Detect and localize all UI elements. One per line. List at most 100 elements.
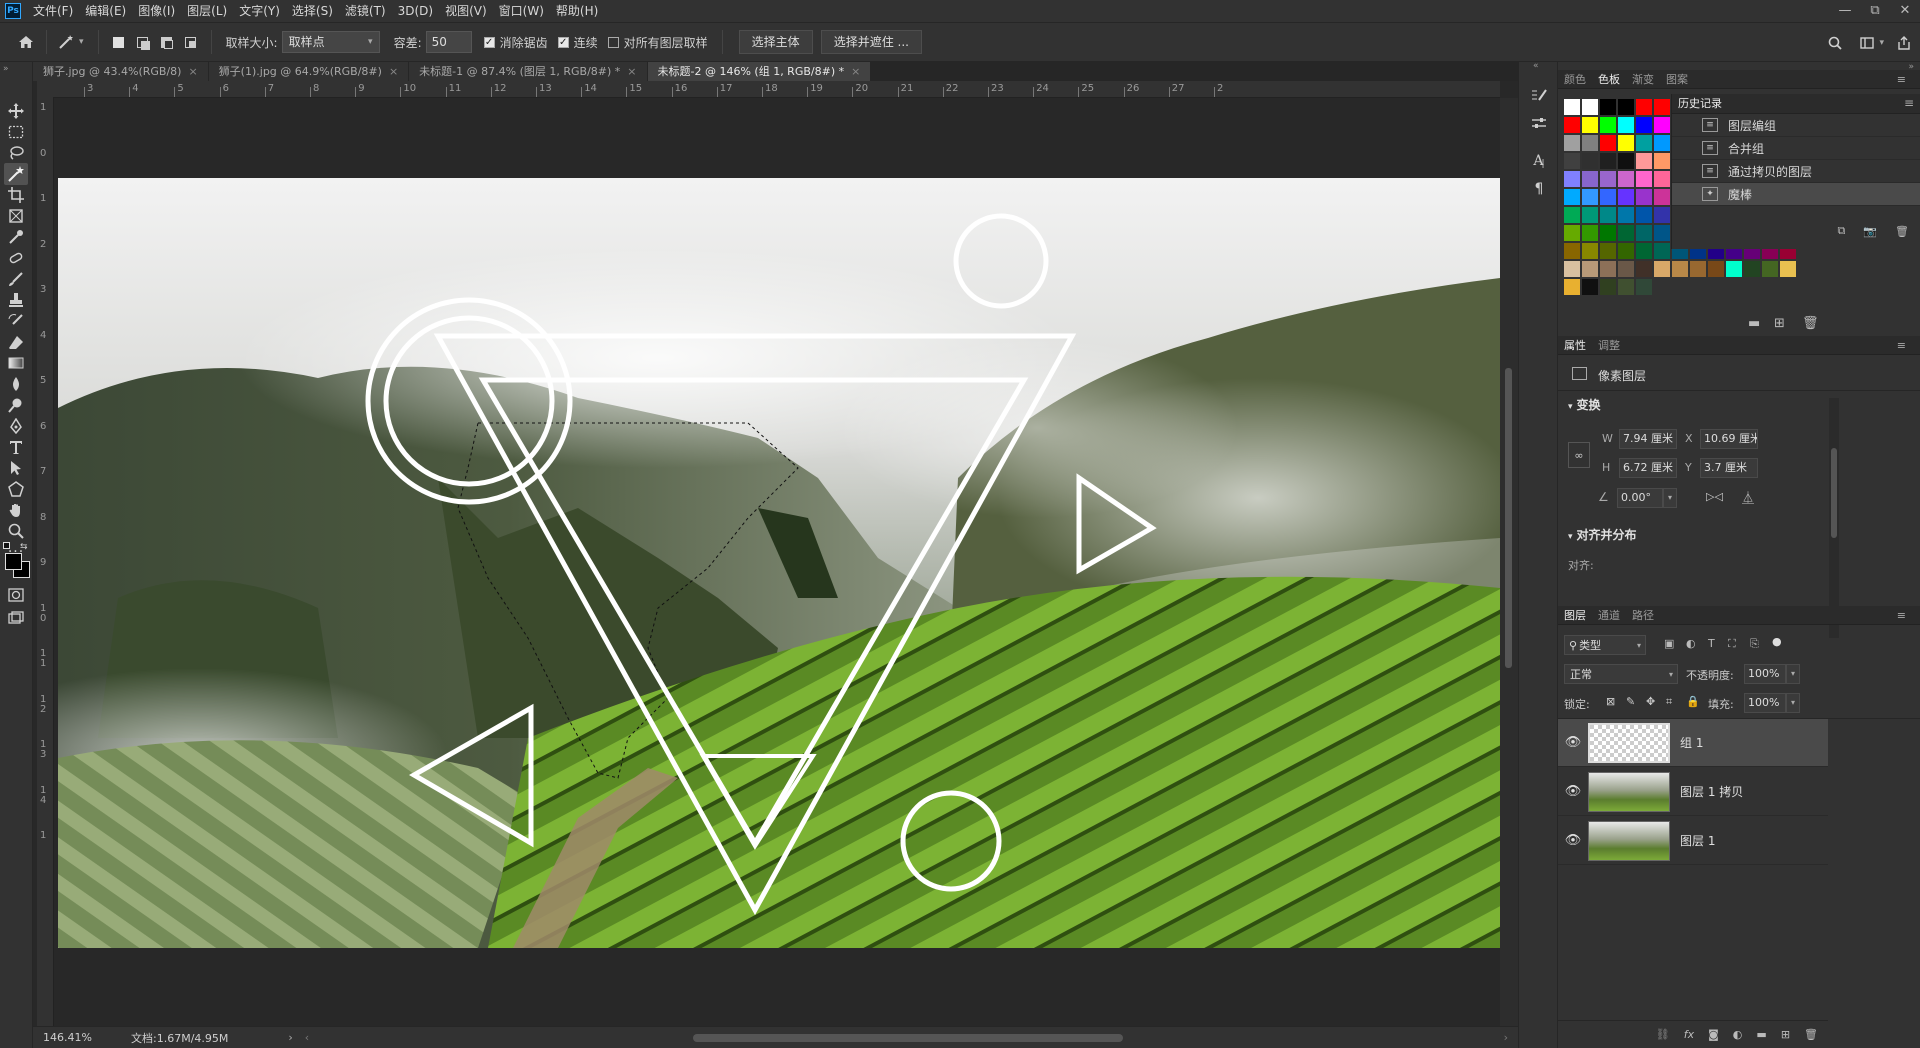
document-tab[interactable]: 狮子.jpg @ 43.4%(RGB/8) × [33,62,209,81]
lock-all-icon[interactable]: 🔒 [1686,695,1700,708]
menu-item[interactable]: 窗口(W) [493,0,550,22]
layer-row[interactable]: 👁 图层 1 [1558,817,1828,865]
canvas-workspace[interactable] [54,98,1500,1026]
color-swatch[interactable] [1582,243,1598,259]
color-swatch[interactable] [1708,261,1724,277]
visibility-eye-icon[interactable]: 👁 [1558,833,1588,848]
color-swatch[interactable] [1564,153,1580,169]
height-field[interactable]: 6.72 厘米 [1619,458,1677,478]
lock-transparent-icon[interactable]: ⊠ [1606,695,1615,708]
new-selection-icon[interactable] [107,30,131,54]
flip-horizontal-icon[interactable]: ▷◁ [1706,490,1723,503]
color-swatch[interactable] [1654,171,1670,187]
color-swatch[interactable] [1582,207,1598,223]
path-selection-tool-icon[interactable] [4,457,28,479]
blur-tool-icon[interactable] [4,373,28,395]
contiguous-checkbox[interactable]: ✓ 连续 [557,34,598,51]
align-section-header[interactable]: ▾ 对齐并分布 [1568,526,1637,543]
color-swatch[interactable] [1564,261,1580,277]
add-selection-icon[interactable] [131,30,155,54]
tab-layers[interactable]: 图层 [1558,607,1592,623]
hand-tool-icon[interactable] [4,499,28,521]
select-subject-button[interactable]: 选择主体 [738,30,813,54]
vertical-ruler[interactable]: 1 0 1 2 3 4 5 6 7 8 9 10 11 12 13 14 1 [37,98,54,1026]
color-swatch[interactable] [1726,261,1742,277]
color-swatch[interactable] [1618,135,1634,151]
close-button[interactable]: ✕ [1890,0,1920,22]
color-swatch[interactable] [1564,243,1580,259]
visibility-eye-icon[interactable]: 👁 [1558,784,1588,799]
shape-tool-icon[interactable] [4,478,28,500]
color-swatch[interactable] [1744,261,1760,277]
lock-position-icon[interactable]: ✥ [1646,695,1655,708]
menu-item[interactable]: 滤镜(T) [339,0,392,22]
document-canvas[interactable] [58,178,1500,948]
eyedropper-tool-icon[interactable] [4,226,28,248]
color-swatch[interactable] [1600,243,1616,259]
color-swatch[interactable] [1564,99,1580,115]
menu-item[interactable]: 视图(V) [439,0,493,22]
color-swatch[interactable] [1600,153,1616,169]
marquee-tool-icon[interactable] [4,121,28,143]
home-icon[interactable] [14,30,38,54]
menu-item[interactable]: 选择(S) [286,0,339,22]
color-swatch[interactable] [1564,117,1580,133]
angle-dropdown-icon[interactable]: ▾ [1663,488,1677,508]
sample-size-select[interactable]: 取样点 ▾ [281,31,380,53]
color-swatch[interactable] [1636,279,1652,295]
crop-tool-icon[interactable] [4,184,28,206]
color-swatch[interactable] [1636,225,1652,241]
width-field[interactable]: 7.94 厘米 [1619,429,1677,449]
tab-color[interactable]: 颜色 [1558,71,1592,87]
color-swatch[interactable] [1582,171,1598,187]
new-adjustment-layer-icon[interactable]: ◐ [1733,1028,1743,1041]
color-swatch[interactable] [1654,135,1670,151]
type-tool-icon[interactable] [4,436,28,458]
document-tab[interactable]: 未标题-2 @ 146% (组 1, RGB/8#) * × [647,62,872,81]
quick-mask-icon[interactable] [4,584,28,606]
healing-brush-tool-icon[interactable] [4,247,28,269]
tab-patterns[interactable]: 图案 [1660,71,1694,87]
gradient-tool-icon[interactable] [4,352,28,374]
color-swatch[interactable] [1636,135,1652,151]
panel-menu-icon[interactable]: ≡ [1891,339,1912,352]
add-mask-icon[interactable]: ◙ [1708,1028,1719,1041]
move-tool-icon[interactable] [4,100,28,122]
subtract-selection-icon[interactable] [155,30,179,54]
link-dimensions-icon[interactable]: ∞ [1568,442,1590,468]
tab-adjustments[interactable]: 调整 [1592,337,1626,353]
opacity-dropdown-icon[interactable]: ▾ [1786,664,1800,684]
menu-item[interactable]: 图像(I) [132,0,181,22]
filter-shape-icon[interactable]: ⛶ [1728,637,1736,651]
tab-paths[interactable]: 路径 [1626,607,1660,623]
menu-item[interactable]: 文件(F) [27,0,79,22]
select-and-mask-button[interactable]: 选择并遮住 ... [820,30,922,54]
color-swatch[interactable] [1600,207,1616,223]
horizontal-scrollbar-thumb[interactable] [693,1034,1123,1042]
tab-gradients[interactable]: 渐变 [1626,71,1660,87]
intersect-selection-icon[interactable] [179,30,203,54]
history-state[interactable]: ≡ 通过拷贝的图层 [1672,160,1920,183]
layer-row[interactable]: 👁 图层 1 拷贝 [1558,768,1828,816]
tolerance-input[interactable]: 50 [425,31,472,53]
foreground-color-swatch[interactable] [5,553,22,570]
character-panel-icon[interactable]: A | [1527,150,1551,172]
horizontal-ruler[interactable]: 3 4 5 6 7 8 9 10 11 12 13 14 15 16 17 18 19 20 21 22 23 24 25 2… [53,81,1500,98]
lock-image-icon[interactable]: ✎ [1626,695,1635,708]
history-state[interactable]: ✦ 魔棒 [1672,183,1920,206]
delete-state-icon[interactable]: 🗑 [1895,225,1909,238]
color-swatch[interactable] [1582,117,1598,133]
panel-menu-icon[interactable]: ≡ [1891,609,1912,622]
color-swatch[interactable] [1618,243,1634,259]
tab-properties[interactable]: 属性 [1558,337,1592,353]
color-swatch[interactable] [1618,99,1634,115]
color-swatch[interactable] [1654,207,1670,223]
dodge-tool-icon[interactable] [4,394,28,416]
color-swatch[interactable] [1636,243,1652,259]
swap-colors-icon[interactable]: ⇆ [20,542,28,552]
color-swatch[interactable] [1564,189,1580,205]
new-group-icon[interactable]: ▬ [1756,1028,1766,1041]
minimize-button[interactable]: — [1830,0,1860,22]
vertical-scrollbar[interactable] [1500,98,1518,1026]
color-swatch[interactable] [1582,225,1598,241]
